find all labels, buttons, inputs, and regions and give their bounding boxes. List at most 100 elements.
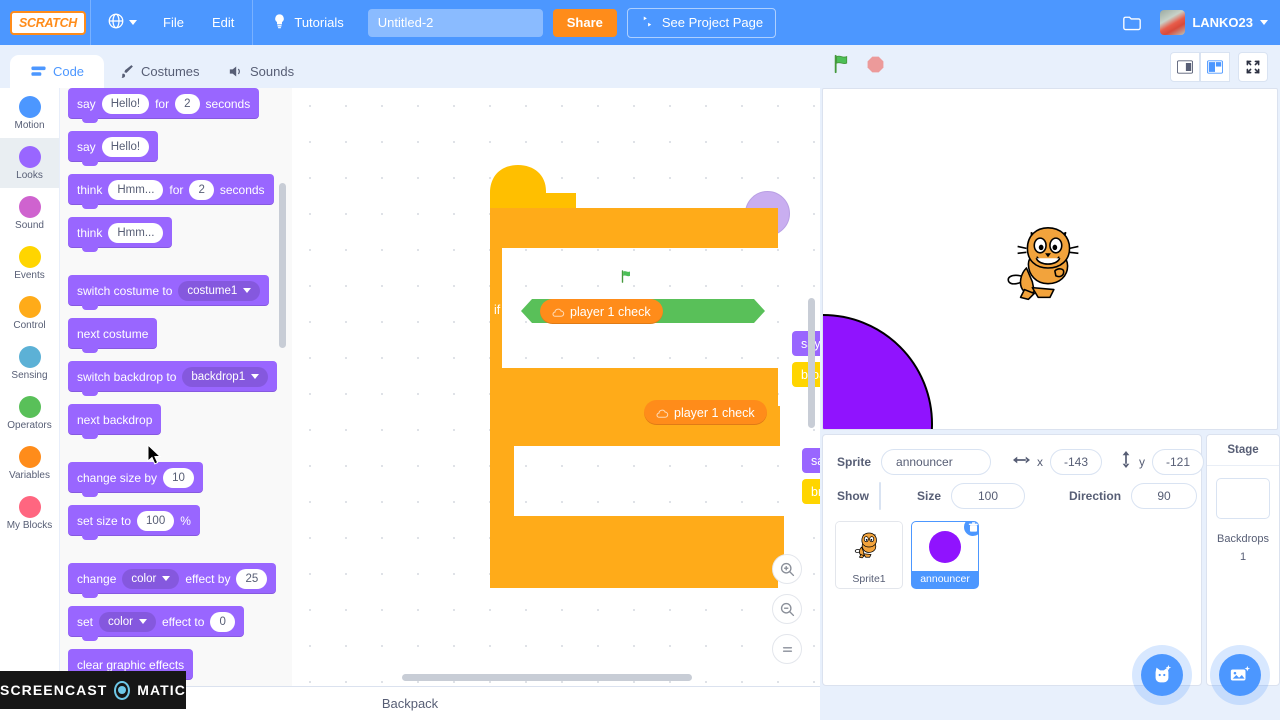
stop-sign-icon[interactable] (866, 55, 885, 79)
clicked-label: clicked (640, 271, 680, 285)
cloud-icon (552, 307, 565, 317)
block-input[interactable]: 10 (163, 467, 194, 488)
palette-block-think-for-secs[interactable]: think Hmm... for 2 seconds (68, 174, 274, 209)
sprite-name-input[interactable] (881, 449, 992, 475)
menu-tutorials[interactable]: Tutorials (257, 13, 357, 33)
sprite-thumbnail (836, 522, 902, 571)
loose-block-player-1-check[interactable]: player 1 check (644, 400, 767, 425)
sprite-x-input[interactable] (1050, 449, 1103, 475)
stage-selector[interactable]: Stage Backdrops 1 (1206, 434, 1280, 686)
broadcast-block-1[interactable]: broadcast join (792, 362, 820, 387)
screencast-watermark: SCREENCAST MATIC (0, 671, 186, 709)
category-sensing[interactable]: Sensing (0, 338, 59, 388)
sprite-card-sprite1[interactable]: Sprite1 (835, 521, 903, 589)
block-input[interactable]: 2 (189, 179, 214, 200)
palette-block-say[interactable]: say Hello! (68, 131, 159, 166)
block-label: next costume (77, 326, 149, 341)
block-dropdown[interactable]: backdrop1 (182, 366, 269, 387)
divider (90, 0, 91, 45)
block-input[interactable]: 100 (137, 510, 175, 531)
palette-block-change-size-by[interactable]: change size by 10 (68, 462, 203, 497)
project-title-input[interactable] (367, 8, 543, 37)
stage-sprite-announcer[interactable] (823, 314, 933, 429)
tab-costumes[interactable]: Costumes (105, 55, 213, 88)
category-control[interactable]: Control (0, 288, 59, 338)
palette-block-next-backdrop[interactable]: next backdrop (68, 404, 162, 439)
broadcast-block-2[interactable]: broadcast join (802, 479, 820, 504)
add-sprite-cat-icon[interactable] (1141, 654, 1183, 696)
tab-code[interactable]: Code (10, 55, 104, 88)
palette-block-switch-backdrop[interactable]: switch backdrop to backdrop1 (68, 361, 278, 396)
green-flag-icon[interactable] (832, 53, 854, 80)
block-label: think (77, 225, 103, 240)
palette-block-say-for-secs[interactable]: say Hello! for 2 seconds (68, 88, 260, 123)
if-label-2: if (795, 420, 802, 434)
category-variables[interactable]: Variables (0, 438, 59, 488)
say-for-seconds-block-2[interactable]: say you are P2 for 2 seconds (802, 448, 820, 473)
palette-block-change-effect-by[interactable]: change color effect by 25 (68, 563, 277, 598)
category-color-dot (18, 145, 41, 168)
category-looks[interactable]: Looks (0, 138, 59, 188)
sprite-info-row-2: Show Size Direction (837, 479, 1198, 513)
say-for-seconds-block-1[interactable]: say you are P1 for 2 seconds (792, 331, 820, 356)
block-input[interactable]: 2 (175, 93, 200, 114)
block-dropdown[interactable]: costume1 (178, 280, 261, 301)
hat-block-when-flag-clicked[interactable]: when clicked (584, 269, 679, 287)
fullscreen-icon[interactable] (1238, 51, 1268, 82)
category-my-blocks[interactable]: My Blocks (0, 488, 59, 538)
zoom-reset-icon[interactable] (772, 634, 802, 664)
category-label: Motion (14, 119, 45, 131)
stage-controls-bar (820, 45, 1280, 88)
sprite-direction-input[interactable] (1131, 483, 1198, 509)
menu-edit[interactable]: Edit (198, 0, 248, 45)
sprite-y-input[interactable] (1152, 449, 1205, 475)
zoom-in-icon[interactable] (772, 554, 802, 584)
category-sound[interactable]: Sound (0, 188, 59, 238)
palette-block-set-size-to[interactable]: set size to 100% (68, 505, 200, 540)
category-operators[interactable]: Operators (0, 388, 59, 438)
add-backdrop-image-icon[interactable] (1219, 654, 1261, 696)
zoom-out-icon[interactable] (772, 594, 802, 624)
block-input[interactable]: 0 (210, 611, 235, 632)
category-events[interactable]: Events (0, 238, 59, 288)
watermark-right-text: MATIC (137, 682, 186, 698)
sprite-size-input[interactable] (951, 483, 1026, 509)
menu-file[interactable]: File (149, 0, 198, 45)
block-dropdown[interactable]: color (122, 568, 180, 589)
sprite-card-announcer[interactable]: announcer (911, 521, 979, 589)
block-input[interactable]: Hello! (101, 93, 150, 114)
globe-icon (107, 12, 125, 33)
language-selector[interactable] (95, 12, 149, 33)
see-project-page-button[interactable]: See Project Page (626, 7, 777, 38)
block-palette[interactable]: say Hello! for 2 seconds say Hello! think Hmm...… (60, 88, 292, 686)
palette-block-think[interactable]: think Hmm... (68, 217, 173, 252)
account-menu[interactable]: LANKO23 (1160, 10, 1268, 35)
block-input[interactable]: Hmm... (108, 179, 164, 200)
palette-block-next-costume[interactable]: next costume (68, 318, 158, 353)
block-dropdown[interactable]: color (99, 611, 156, 632)
tab-sounds[interactable]: Sounds (213, 55, 308, 88)
script-workspace[interactable]: when clicked if player 1 check if s b el… (292, 88, 820, 686)
stage-backdrop-thumbnail[interactable] (1216, 478, 1270, 519)
category-motion[interactable]: Motion (0, 88, 59, 138)
scratch-logo[interactable]: SCRATCH (10, 10, 86, 35)
folder-icon[interactable] (1122, 14, 1142, 32)
variable-player-1-check[interactable]: player 1 check (540, 299, 663, 324)
stage-size-controls (1170, 51, 1268, 82)
workspace-vertical-scrollbar[interactable] (808, 298, 815, 428)
block-input[interactable]: Hmm... (108, 222, 164, 243)
share-button[interactable]: Share (552, 8, 617, 37)
block-label: effect by (185, 571, 231, 586)
stage-sprite-cat[interactable] (999, 219, 1097, 317)
brush-icon (118, 63, 135, 80)
block-input[interactable]: 25 (236, 568, 268, 589)
block-input[interactable]: Hello! (101, 136, 150, 157)
eye-icon[interactable] (880, 483, 881, 509)
large-stage-icon[interactable] (1200, 51, 1230, 82)
palette-block-set-effect-to[interactable]: set color effect to 0 (68, 606, 244, 641)
workspace-horizontal-scrollbar[interactable] (402, 674, 692, 681)
small-stage-icon[interactable] (1170, 51, 1200, 82)
palette-block-switch-costume[interactable]: switch costume to costume1 (68, 275, 270, 310)
palette-scrollbar[interactable] (279, 183, 286, 348)
stage[interactable] (822, 88, 1278, 430)
